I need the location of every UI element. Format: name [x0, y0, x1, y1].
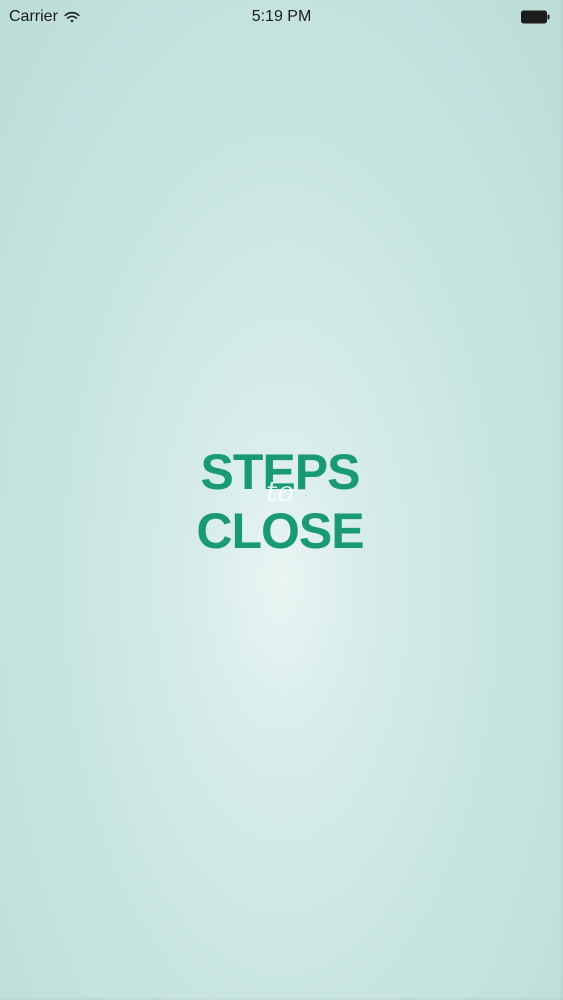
splash-screen: Carrier 5:19 PM STEPS to CLOSE [0, 0, 563, 1000]
right-edge-shadow [559, 0, 563, 1000]
battery-icon [521, 10, 551, 24]
status-time: 5:19 PM [251, 8, 312, 25]
logo-close-text: CLOSE [196, 503, 364, 559]
bottom-edge-shadow [0, 996, 563, 1000]
app-logo: STEPS to CLOSE [180, 442, 380, 562]
logo-to-text: to [265, 475, 295, 508]
status-bar: Carrier 5:19 PM [0, 0, 563, 34]
